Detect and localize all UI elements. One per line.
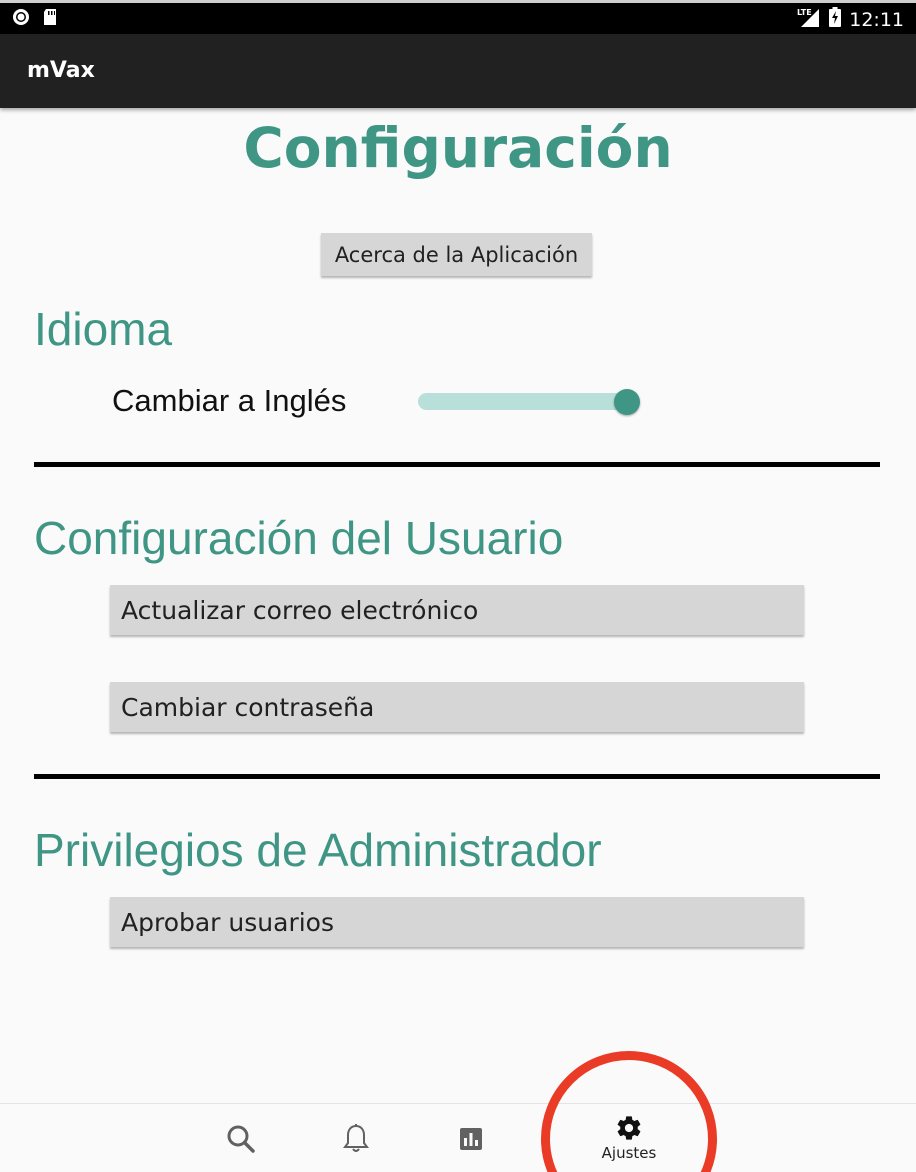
- status-bar-left: [12, 8, 58, 30]
- app-bar: mVax: [0, 34, 916, 108]
- nav-item-notifications[interactable]: [301, 1104, 411, 1172]
- approve-users-button[interactable]: Aprobar usuarios: [110, 897, 804, 947]
- bell-icon: [343, 1124, 369, 1152]
- admin-heading: Privilegios de Administrador: [34, 824, 602, 876]
- language-heading: Idioma: [34, 303, 173, 355]
- status-bar-right: LTE 12:11: [797, 6, 904, 33]
- nav-item-settings[interactable]: Ajustes: [574, 1104, 684, 1172]
- network-type: LTE: [797, 8, 812, 17]
- switch-thumb[interactable]: [614, 389, 640, 415]
- nav-item-stats[interactable]: [416, 1104, 526, 1172]
- signal-icon: LTE: [797, 6, 821, 33]
- status-time: 12:11: [849, 8, 904, 31]
- nav-label-settings: Ajustes: [601, 1144, 657, 1162]
- nav-item-search[interactable]: [186, 1104, 296, 1172]
- divider: [34, 462, 880, 467]
- bottom-nav: Ajustes: [0, 1103, 916, 1172]
- battery-charging-icon: [829, 7, 842, 32]
- divider: [34, 774, 880, 779]
- status-bar: LTE 12:11: [0, 0, 916, 34]
- screen: LTE 12:11 mVax Configuración Acerca de l…: [0, 0, 916, 1172]
- gear-icon: [617, 1116, 641, 1140]
- change-password-button[interactable]: Cambiar contraseña: [110, 682, 804, 732]
- sd-card-icon: [42, 8, 58, 30]
- page-title: Configuración: [243, 116, 673, 180]
- user-settings-heading: Configuración del Usuario: [34, 512, 564, 564]
- record-icon: [12, 8, 30, 30]
- app-title: mVax: [27, 58, 95, 83]
- chart-icon: [460, 1128, 482, 1150]
- about-app-button[interactable]: Acerca de la Aplicación: [321, 233, 592, 276]
- language-toggle-label: Cambiar a Inglés: [112, 383, 347, 418]
- switch-track[interactable]: [418, 393, 636, 410]
- search-icon: [227, 1125, 255, 1153]
- update-email-button[interactable]: Actualizar correo electrónico: [110, 585, 804, 635]
